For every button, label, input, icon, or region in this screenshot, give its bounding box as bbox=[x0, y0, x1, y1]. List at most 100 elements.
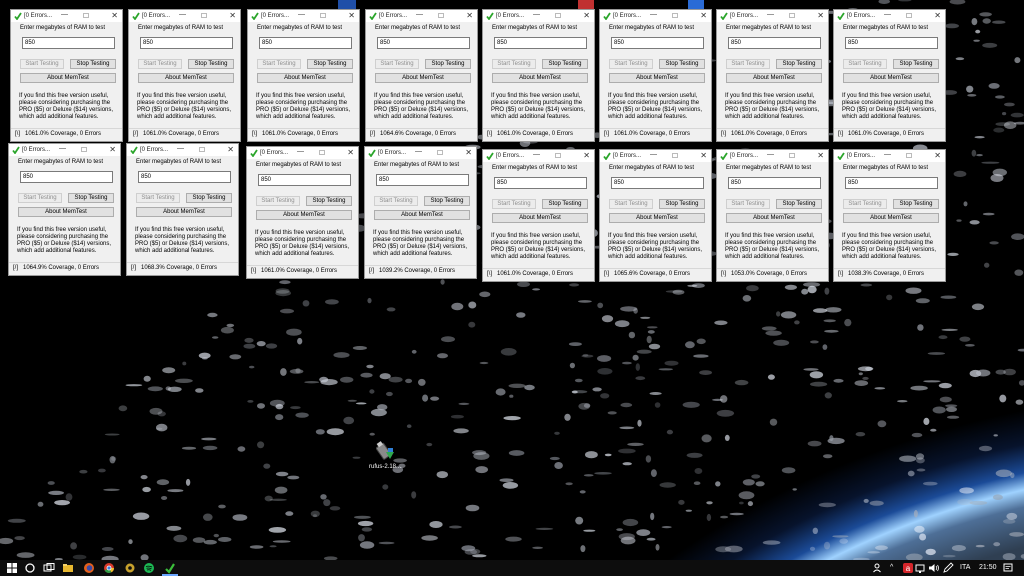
megabytes-input[interactable]: 850 bbox=[728, 37, 821, 49]
spotify-icon[interactable] bbox=[143, 562, 155, 574]
stop-testing-button[interactable]: Stop Testing bbox=[776, 199, 822, 209]
maximize-button[interactable] bbox=[555, 13, 561, 18]
start-testing-button[interactable]: Start Testing bbox=[843, 59, 887, 69]
megabytes-input[interactable]: 850 bbox=[258, 174, 351, 186]
language-indicator[interactable]: ITA bbox=[960, 560, 970, 576]
about-memtest-button[interactable]: About MemTest bbox=[256, 210, 352, 220]
about-memtest-button[interactable]: About MemTest bbox=[843, 73, 939, 83]
megabytes-input[interactable]: 850 bbox=[140, 37, 233, 49]
network-icon[interactable] bbox=[914, 562, 926, 574]
people-icon[interactable] bbox=[872, 562, 884, 574]
minimize-button[interactable]: — bbox=[177, 145, 184, 152]
title-bar[interactable]: [0 Errors... — ✕ bbox=[483, 10, 594, 22]
title-bar[interactable]: [0 Errors... — ✕ bbox=[9, 144, 120, 156]
memtest-window[interactable]: [0 Errors... — ✕ Enter megabytes of RAM to … bbox=[8, 143, 121, 276]
maximize-button[interactable] bbox=[906, 13, 912, 18]
megabytes-input[interactable]: 850 bbox=[494, 37, 587, 49]
minimize-button[interactable]: — bbox=[650, 151, 657, 158]
memtest-window[interactable]: [0 Errors... — ✕ Enter megabytes of RAM to … bbox=[482, 149, 595, 282]
about-memtest-button[interactable]: About MemTest bbox=[136, 207, 232, 217]
antivirus-icon[interactable]: a bbox=[902, 562, 914, 574]
stop-testing-button[interactable]: Stop Testing bbox=[306, 196, 352, 206]
minimize-button[interactable]: — bbox=[297, 148, 304, 155]
start-testing-button[interactable]: Start Testing bbox=[843, 199, 887, 209]
memtest-window[interactable]: [0 Errors... — ✕ Enter megabytes of RAM to … bbox=[246, 146, 359, 279]
close-button[interactable]: ✕ bbox=[700, 11, 707, 20]
minimize-button[interactable]: — bbox=[533, 11, 540, 18]
megabytes-input[interactable]: 850 bbox=[259, 37, 352, 49]
about-memtest-button[interactable]: About MemTest bbox=[492, 73, 588, 83]
task-view-icon[interactable] bbox=[43, 562, 55, 574]
stop-testing-button[interactable]: Stop Testing bbox=[188, 59, 234, 69]
start-testing-button[interactable]: Start Testing bbox=[20, 59, 64, 69]
about-memtest-button[interactable]: About MemTest bbox=[609, 213, 705, 223]
about-memtest-button[interactable]: About MemTest bbox=[492, 213, 588, 223]
cortana-icon[interactable] bbox=[24, 562, 36, 574]
about-memtest-button[interactable]: About MemTest bbox=[138, 73, 234, 83]
megabytes-input[interactable]: 850 bbox=[611, 37, 704, 49]
close-button[interactable]: ✕ bbox=[700, 151, 707, 160]
maximize-button[interactable] bbox=[319, 150, 325, 155]
minimize-button[interactable]: — bbox=[533, 151, 540, 158]
memtest-window[interactable]: [0 Errors... — ✕ Enter megabytes of RAM to … bbox=[716, 9, 829, 142]
start-testing-button[interactable]: Start Testing bbox=[256, 196, 300, 206]
close-button[interactable]: ✕ bbox=[466, 11, 473, 20]
minimize-button[interactable]: — bbox=[767, 11, 774, 18]
memtest-window[interactable]: [0 Errors... — ✕ Enter megabytes of RAM to … bbox=[833, 149, 946, 282]
clock[interactable]: 21:50 bbox=[979, 560, 997, 576]
settings-icon[interactable] bbox=[124, 562, 136, 574]
megabytes-input[interactable]: 850 bbox=[22, 37, 115, 49]
title-bar[interactable]: [0 Errors... — ✕ bbox=[483, 150, 594, 162]
stop-testing-button[interactable]: Stop Testing bbox=[68, 193, 114, 203]
megabytes-input[interactable]: 850 bbox=[138, 171, 231, 183]
start-testing-button[interactable]: Start Testing bbox=[492, 59, 536, 69]
close-button[interactable]: ✕ bbox=[227, 145, 234, 154]
megabytes-input[interactable]: 850 bbox=[494, 177, 587, 189]
start-testing-button[interactable]: Start Testing bbox=[138, 59, 182, 69]
about-memtest-button[interactable]: About MemTest bbox=[726, 213, 822, 223]
memtest-icon[interactable] bbox=[164, 562, 176, 574]
minimize-button[interactable]: — bbox=[61, 11, 68, 18]
close-button[interactable]: ✕ bbox=[934, 11, 941, 20]
minimize-button[interactable]: — bbox=[884, 151, 891, 158]
memtest-window[interactable]: [0 Errors... — ✕ Enter megabytes of RAM to … bbox=[10, 9, 123, 142]
title-bar[interactable]: [0 Errors... — ✕ bbox=[717, 150, 828, 162]
title-bar[interactable]: [0 Errors... — ✕ bbox=[129, 10, 240, 22]
close-button[interactable]: ✕ bbox=[465, 148, 472, 157]
maximize-button[interactable] bbox=[555, 153, 561, 158]
megabytes-input[interactable]: 850 bbox=[20, 171, 113, 183]
start-testing-button[interactable]: Start Testing bbox=[492, 199, 536, 209]
close-button[interactable]: ✕ bbox=[934, 151, 941, 160]
stop-testing-button[interactable]: Stop Testing bbox=[893, 199, 939, 209]
stop-testing-button[interactable]: Stop Testing bbox=[424, 196, 470, 206]
close-button[interactable]: ✕ bbox=[583, 151, 590, 160]
stop-testing-button[interactable]: Stop Testing bbox=[186, 193, 232, 203]
start-icon[interactable] bbox=[6, 562, 18, 574]
stop-testing-button[interactable]: Stop Testing bbox=[659, 59, 705, 69]
maximize-button[interactable] bbox=[199, 147, 205, 152]
stop-testing-button[interactable]: Stop Testing bbox=[659, 199, 705, 209]
close-button[interactable]: ✕ bbox=[817, 151, 824, 160]
close-button[interactable]: ✕ bbox=[109, 145, 116, 154]
about-memtest-button[interactable]: About MemTest bbox=[257, 73, 353, 83]
memtest-window[interactable]: [0 Errors... — ✕ Enter megabytes of RAM to … bbox=[482, 9, 595, 142]
about-memtest-button[interactable]: About MemTest bbox=[18, 207, 114, 217]
maximize-button[interactable] bbox=[83, 13, 89, 18]
stop-testing-button[interactable]: Stop Testing bbox=[893, 59, 939, 69]
minimize-button[interactable]: — bbox=[650, 11, 657, 18]
memtest-window[interactable]: [0 Errors... — ✕ Enter megabytes of RAM to … bbox=[716, 149, 829, 282]
maximize-button[interactable] bbox=[201, 13, 207, 18]
memtest-window[interactable]: [0 Errors... — ✕ Enter megabytes of RAM to … bbox=[126, 143, 239, 276]
about-memtest-button[interactable]: About MemTest bbox=[726, 73, 822, 83]
title-bar[interactable]: [0 Errors... — ✕ bbox=[600, 150, 711, 162]
notifications-icon[interactable] bbox=[1002, 562, 1014, 574]
minimize-button[interactable]: — bbox=[884, 11, 891, 18]
title-bar[interactable]: [0 Errors... — ✕ bbox=[717, 10, 828, 22]
maximize-button[interactable] bbox=[81, 147, 87, 152]
minimize-button[interactable]: — bbox=[416, 11, 423, 18]
maximize-button[interactable] bbox=[906, 153, 912, 158]
minimize-button[interactable]: — bbox=[59, 145, 66, 152]
megabytes-input[interactable]: 850 bbox=[611, 177, 704, 189]
start-testing-button[interactable]: Start Testing bbox=[375, 59, 419, 69]
maximize-button[interactable] bbox=[437, 150, 443, 155]
